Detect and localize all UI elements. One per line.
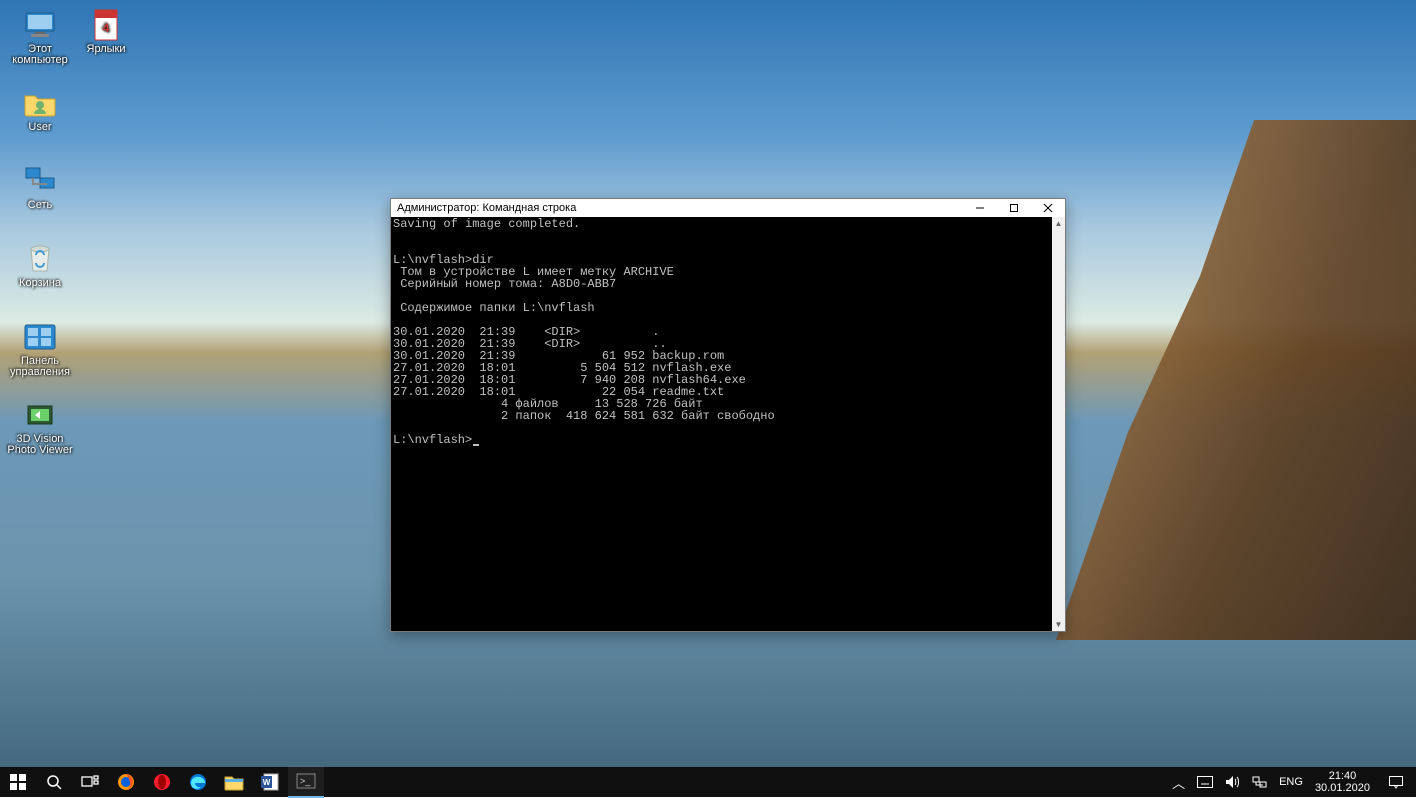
desktop-icon-network[interactable]: Сеть [4, 162, 76, 234]
tray-keyboard-icon[interactable] [1191, 767, 1219, 797]
icon-label: Ярлыки [87, 44, 126, 55]
cursor [473, 444, 479, 446]
volume-icon [1225, 775, 1240, 789]
close-button[interactable] [1031, 199, 1065, 217]
tray-clock[interactable]: 21:40 30.01.2020 [1309, 767, 1376, 797]
maximize-button[interactable] [997, 199, 1031, 217]
taskbar-edge[interactable] [180, 767, 216, 797]
desktop-icon-control-panel[interactable]: Панельуправления [4, 318, 76, 390]
action-center-button[interactable] [1376, 767, 1416, 797]
shortcuts-icon: 4 [89, 8, 123, 42]
scrollbar[interactable]: ▲ ▼ [1052, 217, 1065, 631]
start-button[interactable] [0, 767, 36, 797]
language-label: ENG [1279, 776, 1303, 788]
desktop[interactable]: Этоткомпьютер User Сеть Корзина [0, 0, 1416, 767]
network-icon [23, 164, 57, 198]
svg-text:>_: >_ [300, 776, 311, 786]
taskbar-cmd[interactable]: >_ [288, 766, 324, 798]
taskbar-explorer[interactable] [216, 767, 252, 797]
ethernet-icon [1252, 775, 1267, 789]
minimize-button[interactable] [963, 199, 997, 217]
icon-label: User [28, 122, 51, 133]
keyboard-icon [1197, 776, 1213, 788]
titlebar[interactable]: Администратор: Командная строка [391, 199, 1065, 217]
pc-icon [23, 8, 57, 42]
desktop-icon-shortcuts[interactable]: 4 Ярлыки [70, 6, 142, 78]
cmd-window[interactable]: Администратор: Командная строка Saving o… [390, 198, 1066, 632]
taskbar-word[interactable]: W [252, 767, 288, 797]
scroll-up-button[interactable]: ▲ [1052, 217, 1065, 230]
icon-label: Сеть [28, 200, 52, 211]
desktop-icons: Этоткомпьютер User Сеть Корзина [4, 6, 142, 468]
desktop-icon-user[interactable]: User [4, 84, 76, 156]
desktop-icon-3dvision[interactable]: 3D VisionPhoto Viewer [4, 396, 76, 468]
icon-label: Панельуправления [10, 356, 70, 378]
scroll-down-button[interactable]: ▼ [1052, 618, 1065, 631]
task-view-button[interactable] [72, 767, 108, 797]
clock-date: 30.01.2020 [1315, 782, 1370, 794]
icon-label: Этоткомпьютер [12, 44, 67, 66]
icon-label: 3D VisionPhoto Viewer [7, 434, 72, 456]
taskbar[interactable]: W >_ ︿ ENG 21:40 30.01.2020 [0, 767, 1416, 797]
3dvision-icon [23, 398, 57, 432]
desktop-icon-this-pc[interactable]: Этоткомпьютер [4, 6, 76, 78]
system-tray: ︿ ENG 21:40 30.01.2020 [1166, 767, 1416, 797]
chevron-up-icon: ︿ [1172, 773, 1185, 792]
desktop-icon-recycle-bin[interactable]: Корзина [4, 240, 76, 312]
control-panel-icon [23, 320, 57, 354]
icon-label: Корзина [19, 278, 61, 289]
tray-language[interactable]: ENG [1273, 767, 1309, 797]
svg-text:W: W [263, 778, 271, 787]
taskbar-opera[interactable] [144, 767, 180, 797]
window-title: Администратор: Командная строка [397, 202, 963, 214]
svg-text:4: 4 [103, 21, 110, 35]
notification-icon [1388, 774, 1404, 790]
search-button[interactable] [36, 767, 72, 797]
terminal-output[interactable]: Saving of image completed. L:\nvflash>di… [391, 217, 1065, 631]
taskbar-firefox[interactable] [108, 767, 144, 797]
wallpaper-cliff [1056, 120, 1416, 640]
tray-network-icon[interactable] [1246, 767, 1273, 797]
recycle-bin-icon [23, 242, 57, 276]
clock-time: 21:40 [1329, 770, 1357, 782]
tray-volume-icon[interactable] [1219, 767, 1246, 797]
tray-overflow-button[interactable]: ︿ [1166, 767, 1191, 797]
scroll-track[interactable] [1052, 230, 1065, 618]
folder-user-icon [23, 86, 57, 120]
